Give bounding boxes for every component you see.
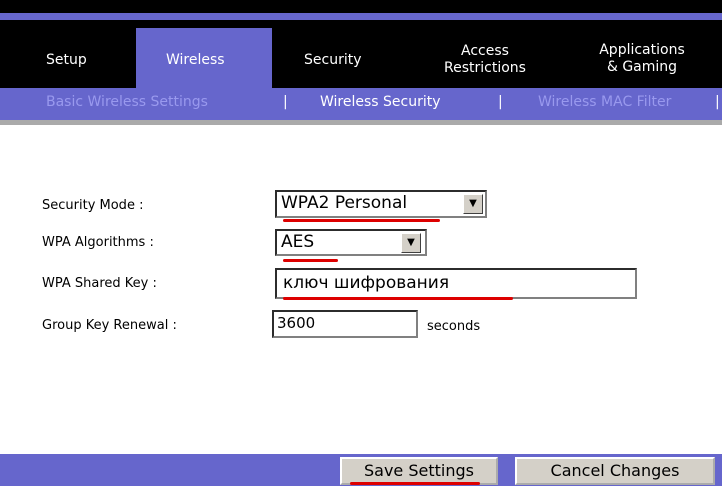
red-annotation-underline: [283, 219, 440, 222]
wpa-shared-key-label: WPA Shared Key :: [42, 276, 157, 291]
security-mode-value: WPA2 Personal: [281, 193, 408, 213]
wpa-algorithms-label: WPA Algorithms :: [42, 235, 154, 250]
tab-setup-label: Setup: [46, 52, 87, 68]
red-annotation-underline: [283, 259, 338, 262]
chevron-down-icon[interactable]: ▼: [401, 233, 421, 253]
subnav-wireless-mac-filter[interactable]: Wireless MAC Filter: [538, 94, 671, 110]
red-annotation-underline: [350, 482, 480, 485]
header-accent-stripe: [0, 13, 722, 20]
wpa-algorithms-value: AES: [281, 232, 315, 252]
wpa-shared-key-input[interactable]: ключ шифрования: [275, 268, 637, 299]
subnav-separator: |: [498, 94, 503, 110]
subnav-wireless-security[interactable]: Wireless Security: [320, 94, 441, 110]
cancel-changes-button[interactable]: Cancel Changes: [515, 457, 715, 485]
sub-navigation: Basic Wireless Settings | Wireless Secur…: [0, 88, 722, 120]
tab-security[interactable]: Security: [304, 52, 362, 69]
header-top-bar: [0, 0, 722, 13]
tab-security-label: Security: [304, 52, 362, 68]
header-bar: [0, 20, 722, 28]
group-key-renewal-label: Group Key Renewal :: [42, 318, 177, 333]
security-mode-label: Security Mode :: [42, 198, 144, 213]
tab-applications-label-line1: Applications: [599, 42, 685, 58]
chevron-down-icon[interactable]: ▼: [463, 194, 483, 214]
security-mode-select[interactable]: WPA2 Personal ▼: [275, 190, 487, 218]
tab-applications-gaming[interactable]: Applications & Gaming: [587, 42, 697, 76]
tab-access-label-line1: Access: [461, 43, 509, 59]
wpa-algorithms-select[interactable]: AES ▼: [275, 229, 427, 256]
divider: [0, 120, 722, 125]
tab-access-restrictions[interactable]: Access Restrictions: [432, 43, 538, 77]
tab-applications-label-line2: & Gaming: [606, 59, 678, 75]
subnav-separator: |: [283, 94, 288, 110]
tab-setup[interactable]: Setup: [46, 52, 87, 69]
tab-access-label-line2: Restrictions: [444, 60, 526, 76]
seconds-unit-label: seconds: [427, 319, 481, 334]
subnav-basic-wireless-settings[interactable]: Basic Wireless Settings: [46, 94, 208, 110]
tab-wireless-label: Wireless: [166, 52, 225, 68]
subnav-separator: |: [715, 94, 720, 110]
save-settings-button[interactable]: Save Settings: [340, 457, 498, 485]
red-annotation-underline: [283, 297, 513, 300]
group-key-renewal-input[interactable]: 3600: [272, 310, 418, 338]
tab-wireless[interactable]: Wireless: [166, 52, 225, 69]
